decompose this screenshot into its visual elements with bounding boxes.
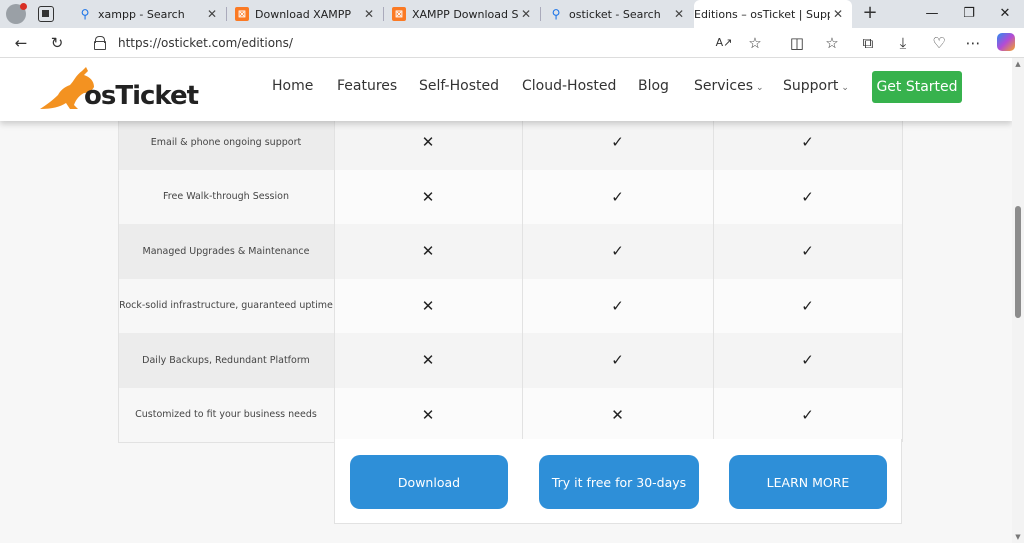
cross-icon: ✕ — [334, 387, 522, 442]
page-viewport: osTicket Home Features Self-Hosted Cloud… — [0, 58, 1012, 543]
table-row: Customized to fit your business needs ✕ ✕ ✓ — [118, 387, 902, 442]
table-row: Daily Backups, Redundant Platform ✕ ✓ ✓ — [118, 333, 902, 388]
search-icon: ⚲ — [551, 7, 561, 21]
read-aloud-icon[interactable]: A↗ — [714, 33, 734, 53]
feature-label: Free Walk-through Session — [118, 169, 334, 224]
tab-xampp-download-success[interactable]: ⊠ XAMPP Download Success ✕ — [384, 0, 540, 28]
check-icon: ✓ — [522, 224, 713, 279]
close-icon[interactable]: ✕ — [204, 7, 220, 21]
lock-icon[interactable] — [94, 36, 106, 50]
tab-osticket-search[interactable]: ⚲ osticket - Search ✕ — [541, 0, 693, 28]
window-close-icon[interactable]: ✕ — [993, 4, 1017, 24]
check-icon: ✓ — [713, 387, 902, 442]
feature-label: Customized to fit your business needs — [118, 387, 334, 442]
search-icon: ⚲ — [80, 7, 90, 21]
xampp-icon: ⊠ — [392, 7, 406, 21]
tab-strip: ⚲ xampp - Search ✕ ⊠ Download XAMPP ✕ ⊠ … — [0, 0, 1024, 28]
tab-title: Download XAMPP — [255, 7, 351, 21]
browser-toolbar: ← ↻ https://osticket.com/editions/ A↗ ☆ … — [0, 28, 1024, 58]
table-row: Free Walk-through Session ✕ ✓ ✓ — [118, 169, 902, 224]
downloads-icon[interactable]: ⤓ — [893, 33, 913, 53]
comparison-actions: Download Try it free for 30-days LEARN M… — [334, 439, 902, 524]
scrollbar-thumb[interactable] — [1015, 206, 1021, 318]
favorites-icon[interactable]: ☆ — [822, 33, 842, 53]
feature-label: Email & phone ongoing support — [118, 115, 334, 170]
restore-icon[interactable]: ❐ — [957, 4, 981, 24]
chevron-down-icon: ⌄ — [756, 83, 764, 93]
scroll-up-icon[interactable]: ▲ — [1014, 60, 1022, 68]
xampp-icon: ⊠ — [235, 7, 249, 21]
nav-blog[interactable]: Blog — [638, 78, 669, 94]
address-bar[interactable]: https://osticket.com/editions/ — [80, 31, 780, 55]
cross-icon: ✕ — [522, 387, 713, 442]
chevron-down-icon: ⌄ — [841, 83, 849, 93]
feature-label: Daily Backups, Redundant Platform — [118, 333, 334, 388]
cross-icon: ✕ — [334, 115, 522, 170]
tab-xampp-search[interactable]: ⚲ xampp - Search ✕ — [70, 0, 226, 28]
learn-more-button[interactable]: LEARN MORE — [729, 455, 887, 509]
tab-title: xampp - Search — [98, 7, 185, 21]
more-menu-icon[interactable]: ⋯ — [963, 33, 983, 53]
close-icon[interactable]: ✕ — [518, 7, 534, 21]
favorite-star-icon[interactable]: ☆ — [745, 33, 765, 53]
check-icon: ✓ — [713, 169, 902, 224]
nav-support[interactable]: Support ⌄ — [783, 78, 849, 94]
page-scrollbar[interactable]: ▲ ▼ — [1012, 58, 1024, 543]
close-icon[interactable]: ✕ — [830, 7, 846, 21]
back-arrow-icon[interactable]: ← — [11, 33, 31, 53]
split-screen-icon[interactable]: ◫ — [787, 33, 807, 53]
site-logo[interactable]: osTicket — [36, 65, 199, 115]
nav-home[interactable]: Home — [272, 78, 313, 94]
check-icon: ✓ — [713, 333, 902, 388]
table-row: Email & phone ongoing support ✕ ✓ ✓ — [118, 115, 902, 170]
table-row: Managed Upgrades & Maintenance ✕ ✓ ✓ — [118, 224, 902, 279]
tab-title: osticket - Search — [569, 7, 661, 21]
tab-title: Editions – osTicket | Support — [694, 7, 830, 21]
check-icon: ✓ — [522, 115, 713, 170]
check-icon: ✓ — [713, 278, 902, 333]
table-bottom-border — [118, 442, 334, 443]
cross-icon: ✕ — [334, 278, 522, 333]
get-started-button[interactable]: Get Started — [872, 71, 962, 103]
copilot-icon[interactable] — [997, 33, 1015, 51]
profile-avatar[interactable] — [6, 3, 27, 24]
tab-editions-osticket[interactable]: Editions – osTicket | Support ✕ — [694, 0, 852, 28]
minimize-icon[interactable]: — — [920, 4, 944, 24]
collections-icon[interactable]: ⧉ — [858, 33, 878, 53]
cross-icon: ✕ — [334, 169, 522, 224]
tab-download-xampp[interactable]: ⊠ Download XAMPP ✕ — [227, 0, 383, 28]
cross-icon: ✕ — [334, 224, 522, 279]
cross-icon: ✕ — [334, 333, 522, 388]
feature-label: Rock-solid infrastructure, guaranteed up… — [118, 278, 334, 333]
check-icon: ✓ — [522, 333, 713, 388]
nav-features[interactable]: Features — [337, 78, 397, 94]
nav-self-hosted[interactable]: Self-Hosted — [419, 78, 499, 94]
tab-title: XAMPP Download Success — [412, 7, 518, 21]
check-icon: ✓ — [713, 115, 902, 170]
check-icon: ✓ — [522, 169, 713, 224]
site-header: osTicket Home Features Self-Hosted Cloud… — [0, 58, 1012, 121]
nav-services[interactable]: Services ⌄ — [694, 78, 764, 94]
logo-text: osTicket — [84, 81, 199, 111]
close-icon[interactable]: ✕ — [361, 7, 377, 21]
check-icon: ✓ — [713, 224, 902, 279]
url-text: https://osticket.com/editions/ — [118, 36, 293, 50]
scroll-down-icon[interactable]: ▼ — [1014, 533, 1022, 541]
download-button[interactable]: Download — [350, 455, 508, 509]
close-icon[interactable]: ✕ — [671, 7, 687, 21]
check-icon: ✓ — [522, 278, 713, 333]
refresh-icon[interactable]: ↻ — [47, 33, 67, 53]
feature-label: Managed Upgrades & Maintenance — [118, 224, 334, 279]
try-free-button[interactable]: Try it free for 30-days — [539, 455, 699, 509]
new-tab-button[interactable]: + — [860, 4, 880, 24]
table-row: Rock-solid infrastructure, guaranteed up… — [118, 278, 902, 333]
browser-essentials-icon[interactable]: ♡ — [929, 33, 949, 53]
tab-actions-icon[interactable] — [38, 6, 54, 22]
nav-cloud-hosted[interactable]: Cloud-Hosted — [522, 78, 616, 94]
